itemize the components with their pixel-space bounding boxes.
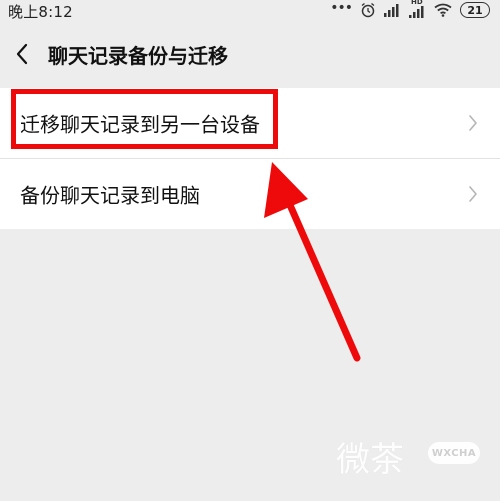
- alarm-icon: [361, 2, 375, 18]
- status-time: 晚上8:12: [8, 3, 73, 21]
- status-bar: 晚上8:12 ••• HD 21: [0, 0, 500, 22]
- battery-icon: 21: [460, 2, 490, 18]
- wifi-icon: [434, 3, 452, 17]
- list-item-label: 迁移聊天记录到另一台设备: [20, 112, 260, 137]
- chevron-left-icon[interactable]: [14, 42, 30, 66]
- settings-list: 迁移聊天记录到另一台设备 备份聊天记录到电脑: [0, 88, 500, 229]
- signal-icon: [384, 4, 399, 17]
- header: 聊天记录备份与迁移: [0, 22, 500, 88]
- list-item-label: 备份聊天记录到电脑: [20, 183, 200, 208]
- chevron-right-icon: [469, 115, 477, 131]
- migrate-chat-history-item[interactable]: 迁移聊天记录到另一台设备: [0, 88, 500, 158]
- watermark-text: 微茶: [336, 440, 404, 480]
- chevron-right-icon: [469, 186, 477, 202]
- backup-to-computer-item[interactable]: 备份聊天记录到电脑: [0, 158, 500, 229]
- status-icons: ••• HD 21: [330, 0, 490, 18]
- watermark: 微茶 WXCHA: [336, 432, 486, 484]
- dots-icon: •••: [330, 0, 353, 16]
- watermark-badge: WXCHA: [428, 442, 480, 464]
- page-title: 聊天记录备份与迁移: [48, 44, 228, 68]
- hd-signal-icon: HD: [408, 0, 426, 18]
